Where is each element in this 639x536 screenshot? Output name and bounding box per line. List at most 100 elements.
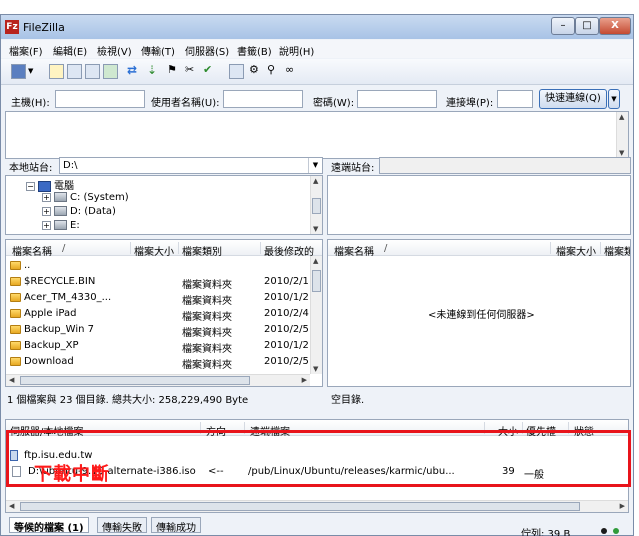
sort-indicator: / — [62, 243, 66, 254]
scrollbar-thumb[interactable] — [20, 502, 580, 511]
tree-node-drive-d[interactable]: + D: (Data) — [42, 206, 116, 217]
menu-bookmarks[interactable]: 書籤(B) — [237, 43, 272, 58]
local-list-hscrollbar[interactable]: ◀ ▶ — [6, 374, 310, 386]
annotation-text: 下載中斷 — [34, 464, 110, 485]
table-row[interactable]: Download 檔案資料夾 2010/2/5 — [6, 354, 310, 371]
local-file-list-header: 檔案名稱 / 檔案大小 檔案類別 最後修改的 — [6, 240, 322, 258]
quickconnect-button[interactable]: 快速連線(Q) — [539, 89, 607, 109]
folder-icon — [10, 324, 21, 334]
queue-hscrollbar[interactable]: ◀ ▶ — [6, 500, 628, 512]
message-log[interactable]: ▲ ▼ — [5, 111, 629, 159]
not-connected-message: <未連線到任何伺服器> — [428, 310, 535, 321]
refresh-icon[interactable]: ⇄ — [127, 63, 142, 78]
menu-server[interactable]: 伺服器(S) — [185, 43, 229, 58]
collapse-icon[interactable]: − — [26, 181, 35, 191]
local-tree-scrollbar[interactable]: ▲ ▼ — [310, 176, 322, 234]
menu-transfer[interactable]: 傳輸(T) — [141, 43, 175, 58]
username-label: 使用者名稱(U): — [151, 98, 220, 109]
username-input[interactable] — [223, 90, 303, 108]
local-list-vscrollbar[interactable]: ▲ ▼ — [310, 256, 322, 374]
directory-listing-filter-icon[interactable] — [229, 64, 244, 79]
send-indicator-icon — [613, 528, 619, 534]
binoculars-icon[interactable]: ∞ — [285, 63, 300, 78]
remote-site-label: 遠端站台: — [331, 163, 375, 174]
folder-icon — [10, 340, 21, 350]
table-row[interactable]: $RECYCLE.BIN 檔案資料夾 2010/2/1 — [6, 274, 310, 291]
tab-failed-transfers[interactable]: 傳輸失敗 — [97, 517, 147, 534]
local-path-value: D:\ — [63, 160, 78, 171]
queue-size-status: 佇列: 39 B — [521, 529, 571, 536]
host-input[interactable] — [55, 90, 145, 108]
password-input[interactable] — [357, 90, 437, 108]
table-row[interactable]: Backup_XP 檔案資料夾 2010/1/2 — [6, 338, 310, 355]
expand-icon[interactable]: + — [42, 206, 51, 216]
title-bar[interactable]: Fz FileZilla – □ X — [1, 15, 633, 39]
local-file-list[interactable]: 檔案名稱 / 檔案大小 檔案類別 最後修改的 .. $RECYCLE.BIN 檔… — [5, 239, 323, 387]
port-input[interactable] — [497, 90, 533, 108]
site-manager-dropdown-icon[interactable]: ▼ — [28, 67, 37, 82]
drive-icon — [54, 192, 67, 202]
column-filename[interactable]: 檔案名稱 — [334, 243, 374, 258]
expand-icon[interactable]: + — [42, 220, 51, 230]
window-title: FileZilla — [23, 21, 65, 34]
tab-queued-files[interactable]: 等候的檔案 (1) — [9, 517, 89, 534]
tab-successful-transfers[interactable]: 傳輸成功 — [151, 517, 201, 534]
local-site-label: 本地站台: — [9, 163, 53, 174]
folder-icon — [10, 308, 21, 318]
expand-icon[interactable]: + — [42, 192, 51, 202]
reconnect-icon[interactable]: ✔ — [203, 63, 218, 78]
local-status-text: 1 個檔案與 23 個目錄. 總共大小: 258,229,490 Byte — [7, 395, 249, 406]
table-row[interactable]: Acer_TM_4330_... 檔案資料夾 2010/1/2 — [6, 290, 310, 307]
remote-path-select[interactable] — [379, 157, 631, 174]
scrollbar-thumb[interactable] — [312, 198, 321, 214]
tree-node-drive-e[interactable]: + E: — [42, 220, 80, 231]
drive-icon — [54, 206, 67, 216]
remote-file-list[interactable]: 檔案名稱 / 檔案大小 檔案類 <未連線到任何伺服器> — [327, 239, 631, 387]
column-filetype[interactable]: 檔案類別 — [182, 243, 222, 258]
tree-node-computer[interactable]: − 電腦 — [26, 177, 74, 192]
disconnect-icon[interactable]: ✂ — [185, 63, 200, 78]
local-directory-tree[interactable]: − 電腦 + C: (System) + D: (Data) + E: ▲ ▼ — [5, 175, 323, 235]
toggle-remote-tree-icon[interactable] — [85, 64, 100, 79]
quickconnect-bar: 主機(H): 使用者名稱(U): 密碼(W): 連接埠(P): 快速連線(Q) … — [1, 87, 633, 113]
scrollbar-thumb[interactable] — [312, 270, 321, 292]
site-manager-icon[interactable] — [11, 64, 26, 79]
remote-file-list-header: 檔案名稱 / 檔案大小 檔案類 — [328, 240, 630, 258]
menu-file[interactable]: 檔案(F) — [9, 43, 43, 58]
table-row[interactable]: Apple iPad 檔案資料夾 2010/2/4 — [6, 306, 310, 323]
close-button[interactable]: X — [599, 17, 631, 35]
column-modified[interactable]: 最後修改的 — [264, 243, 314, 258]
toggle-queue-icon[interactable] — [103, 64, 118, 79]
menu-edit[interactable]: 編輯(E) — [53, 43, 87, 58]
sync-browse-icon[interactable]: ⚙ — [249, 63, 264, 78]
cancel-icon[interactable]: ⚑ — [167, 63, 182, 78]
column-filetype[interactable]: 檔案類 — [604, 243, 630, 258]
tree-node-drive-c[interactable]: + C: (System) — [42, 192, 129, 203]
search-icon[interactable]: ⚲ — [267, 63, 282, 78]
toggle-local-tree-icon[interactable] — [67, 64, 82, 79]
maximize-button[interactable]: □ — [575, 17, 599, 35]
remote-directory-tree[interactable] — [327, 175, 631, 235]
port-label: 連接埠(P): — [446, 98, 494, 109]
column-filesize[interactable]: 檔案大小 — [134, 243, 174, 258]
remote-site-bar: 遠端站台: — [327, 157, 631, 175]
toolbar: ▼ ⇄ ⇣ ⚑ ✂ ✔ ⚙ ⚲ ∞ — [1, 59, 633, 85]
process-queue-icon[interactable]: ⇣ — [147, 63, 162, 78]
receive-indicator-icon — [601, 528, 607, 534]
minimize-button[interactable]: – — [551, 17, 575, 35]
table-row[interactable]: .. — [6, 258, 310, 274]
log-scrollbar[interactable]: ▲ ▼ — [616, 112, 628, 158]
column-filesize[interactable]: 檔案大小 — [556, 243, 596, 258]
chevron-down-icon: ▼ — [308, 158, 322, 173]
menu-view[interactable]: 檢視(V) — [97, 43, 132, 58]
column-filename[interactable]: 檔案名稱 — [12, 243, 52, 258]
table-row[interactable]: Backup_Win 7 檔案資料夾 2010/2/5 — [6, 322, 310, 339]
menu-help[interactable]: 說明(H) — [279, 43, 314, 58]
menu-bar: 檔案(F) 編輯(E) 檢視(V) 傳輸(T) 伺服器(S) 書籤(B) 說明(… — [1, 40, 633, 58]
local-path-select[interactable]: D:\ ▼ — [59, 157, 323, 174]
quickconnect-dropdown-icon[interactable]: ▼ — [608, 89, 620, 109]
scrollbar-thumb[interactable] — [20, 376, 250, 385]
toggle-log-icon[interactable] — [49, 64, 64, 79]
local-site-bar: 本地站台: D:\ ▼ — [7, 157, 325, 175]
host-label: 主機(H): — [11, 98, 50, 109]
